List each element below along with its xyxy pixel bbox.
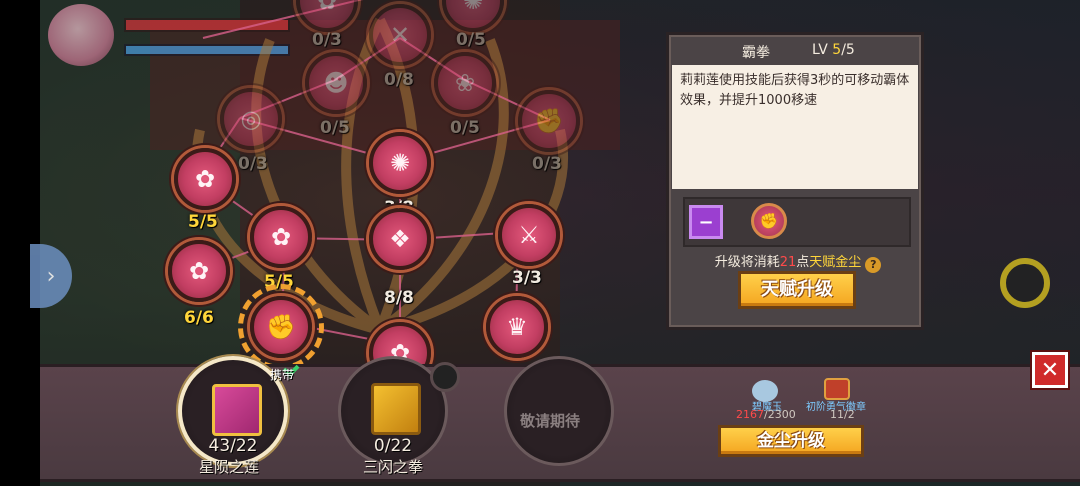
book-count: 43/22 [208, 436, 258, 456]
book-name: 星陨之莲 [198, 458, 259, 476]
book-count: 0/22 [373, 436, 413, 456]
badge-currency-icon [824, 378, 850, 400]
screen-edge [0, 0, 40, 486]
skill-node-lotus-mid[interactable]: ✿ [250, 206, 312, 268]
book-name: 三闪之拳 [362, 458, 423, 476]
skill-name: 霸拳 [742, 45, 770, 61]
carry-badge: 携带 [270, 368, 295, 382]
skill-node-lotus-left[interactable]: ✿ [174, 148, 236, 210]
minus-slot-button[interactable]: − [689, 205, 723, 239]
skill-node-mask[interactable]: ☻ [305, 52, 367, 114]
cost-prefix: 升级将消耗 [714, 255, 780, 270]
gold-dust-upgrade-button[interactable]: 金尘升级 [718, 425, 864, 457]
upgrade-preview: − ✊ [683, 197, 911, 247]
detail-description-box: 莉莉莲使用技能后获得3秒的可移动霸体效果，并提升1000移速 [672, 65, 918, 189]
book-icon [371, 383, 421, 435]
skill-node-count: 0/5 [456, 30, 486, 50]
level-current: 5 [832, 42, 842, 58]
swirl-icon: ◎ [240, 105, 262, 133]
coming-soon-label: 敬请期待 [520, 412, 581, 430]
level-max: /5 [841, 42, 855, 58]
bee-icon: ✺ [389, 149, 411, 177]
mask-icon: ☻ [323, 69, 349, 97]
skill-node-crossed-swords[interactable]: ⚔ [498, 204, 560, 266]
lotus-icon: ✿ [270, 223, 292, 251]
chevron-right-icon: › [46, 263, 56, 289]
knot-icon: ❖ [389, 225, 411, 253]
currency-have: 2167 [736, 408, 764, 421]
close-icon: ✕ [1040, 357, 1060, 383]
flower-icon: ❀ [454, 69, 476, 97]
detail-header: 霸拳 LV 5/5 [672, 38, 918, 64]
notification-dot [430, 362, 460, 392]
lotus-icon: ✿ [194, 165, 216, 193]
player-avatar [48, 4, 114, 66]
skill-node-crossed-blades[interactable]: ✕ [369, 4, 431, 66]
currency-amount: 11/2 [830, 408, 855, 421]
upgrade-cost-line: 升级将消耗21点天赋金尘? [669, 251, 927, 273]
bee-icon: ✺ [462, 0, 484, 15]
skill-node-count: 0/3 [312, 30, 342, 50]
skill-node-flower[interactable]: ❀ [434, 52, 496, 114]
skill-node-count: 0/3 [238, 154, 268, 174]
skill-preview-icon: ✊ [751, 203, 787, 239]
skill-node-count: 8/8 [384, 288, 414, 308]
skill-node-count: 0/5 [450, 118, 480, 138]
skill-node-knot[interactable]: ❖ [369, 208, 431, 270]
skill-node-count: 0/8 [384, 70, 414, 90]
skill-node-count: 6/6 [184, 308, 214, 328]
talent-upgrade-button[interactable]: 天赋升级 [738, 271, 856, 309]
cost-amount: 21 [779, 255, 797, 270]
skill-node-fist-selected[interactable]: ✊ [250, 296, 312, 358]
lotus-icon: ✿ [188, 257, 210, 285]
game-screen: ✿ 0/3 ✺ 0/5 ✕ 0/8 ☻ 0/5 ❀ 0/5 ◎ 0/3 ✊ 0/… [0, 0, 1080, 486]
skill-node-lotus-low[interactable]: ✿ [168, 240, 230, 302]
skill-node-count: 0/5 [320, 118, 350, 138]
skill-level: LV 5/5 [812, 42, 855, 58]
skill-node-crown[interactable]: ♛ [486, 296, 548, 358]
skill-node-count: 3/3 [512, 268, 542, 288]
skill-node-fist-right[interactable]: ✊ [518, 90, 580, 152]
fist-icon: ✊ [534, 107, 564, 135]
crossed-swords-icon: ⚔ [518, 221, 540, 249]
skill-description: 莉莉莲使用技能后获得3秒的可移动霸体效果，并提升1000移速 [680, 73, 910, 108]
fist-icon: ✊ [759, 212, 779, 230]
cross-blade-icon: ✕ [389, 21, 411, 49]
help-icon[interactable]: ? [865, 257, 882, 273]
book-icon [212, 384, 262, 436]
skill-node-swirl[interactable]: ◎ [220, 88, 282, 150]
lotus-icon: ✿ [316, 0, 338, 15]
skill-node-count: 5/5 [188, 212, 218, 232]
fist-icon: ✊ [266, 313, 296, 341]
joystick[interactable] [1000, 258, 1050, 308]
currency-amount: 2167/2300 [736, 408, 796, 421]
skill-detail-panel: 霸拳 LV 5/5 莉莉莲使用技能后获得3秒的可移动霸体效果，并提升1000移速… [666, 32, 924, 330]
close-button[interactable]: ✕ [1032, 352, 1068, 388]
currency-need: /2300 [764, 408, 796, 421]
cost-item: 天赋金尘 [809, 255, 862, 270]
skill-node-count: 0/3 [532, 154, 562, 174]
crown-icon: ♛ [506, 313, 528, 341]
level-prefix: LV [812, 42, 833, 58]
skill-node-bee[interactable]: ✺ [369, 132, 431, 194]
cost-mid: 点 [796, 255, 810, 270]
